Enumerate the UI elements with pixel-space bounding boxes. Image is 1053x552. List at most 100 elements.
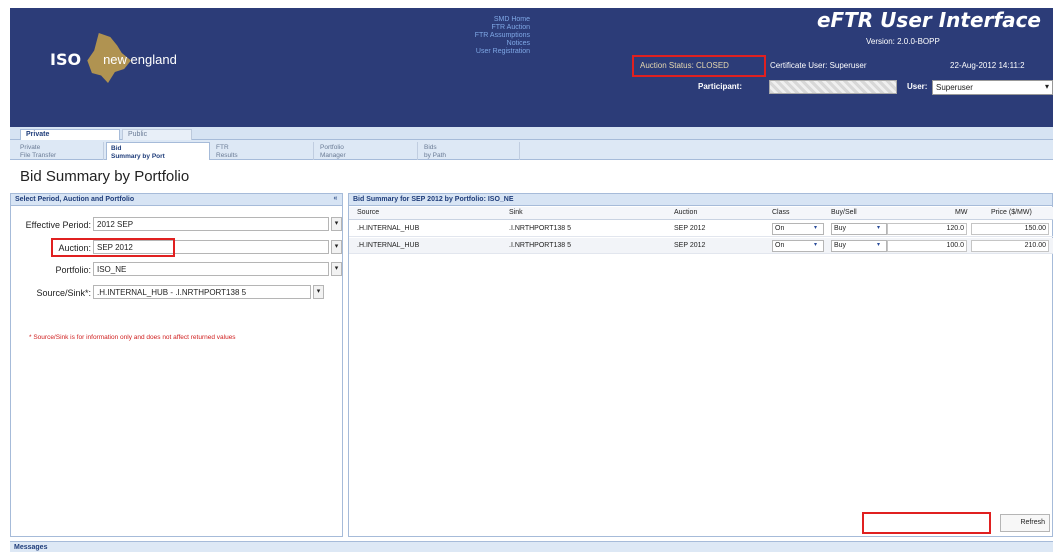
- effective-period-row: Effective Period: 2012 SEP ▾: [11, 217, 342, 233]
- notices-link[interactable]: Notices: [430, 40, 530, 48]
- cell-source: .H.INTERNAL_HUB: [357, 225, 420, 232]
- chevron-down-icon[interactable]: ▾: [331, 217, 342, 231]
- user-select-value: Superuser: [936, 83, 973, 92]
- sub-tabbar: Private File Transfer Bid Summary by Por…: [10, 140, 1053, 160]
- version-label: Version: 2.0.0-BOPP: [866, 37, 940, 46]
- bid-summary-title: Bid Summary for SEP 2012 by Portfolio: I…: [353, 196, 514, 203]
- participant-field[interactable]: [769, 80, 897, 94]
- chevron-down-icon[interactable]: ▾: [331, 262, 342, 276]
- subtab-label: File Transfer: [20, 151, 57, 159]
- selection-panel-title: Select Period, Auction and Portfolio: [15, 196, 135, 203]
- chevron-down-icon[interactable]: ▾: [331, 240, 342, 254]
- buy-sell-select[interactable]: Buy ▾: [831, 223, 887, 235]
- tab-public[interactable]: Public: [122, 129, 192, 140]
- portfolio-value: ISO_NE: [97, 265, 127, 274]
- chevron-down-icon[interactable]: ▾: [877, 224, 885, 231]
- user-select[interactable]: Superuser ▾: [932, 80, 1053, 95]
- class-value: On: [775, 242, 785, 249]
- main-tabbar: Private Public: [10, 127, 1053, 140]
- refresh-button[interactable]: Refresh: [1000, 514, 1050, 532]
- table-row[interactable]: .H.INTERNAL_HUB .I.NRTHPORT138 5 SEP 201…: [349, 221, 1053, 237]
- table-row[interactable]: .H.INTERNAL_HUB .I.NRTHPORT138 5 SEP 201…: [349, 238, 1053, 254]
- effective-period-value: 2012 SEP: [97, 220, 134, 229]
- auction-highlight-box: [51, 238, 175, 257]
- chevron-down-icon[interactable]: ▾: [814, 224, 822, 231]
- col-auction[interactable]: Auction: [674, 209, 697, 216]
- source-sink-label: Source/Sink*:: [36, 288, 91, 298]
- subtab-portfolio-manager[interactable]: Portfolio Manager: [316, 142, 418, 160]
- subtab-bid-summary[interactable]: Bid Summary by Port: [106, 142, 210, 160]
- bid-summary-header: Bid Summary for SEP 2012 by Portfolio: I…: [349, 194, 1052, 206]
- page-title: Bid Summary by Portfolio: [20, 168, 190, 185]
- refresh-highlight-box: [862, 512, 991, 534]
- col-sink[interactable]: Sink: [509, 209, 523, 216]
- mw-field[interactable]: 100.0: [887, 240, 967, 252]
- class-select[interactable]: On ▾: [772, 240, 824, 252]
- subtab-label: FTR: [216, 144, 229, 151]
- portfolio-row: Portfolio: ISO_NE ▾: [11, 262, 342, 278]
- subtab-label: Bid: [111, 145, 122, 152]
- subtab-label: Summary by Port: [111, 152, 165, 160]
- portfolio-label: Portfolio:: [55, 265, 91, 275]
- subtab-label: Private: [20, 144, 41, 151]
- user-registration-link[interactable]: User Registration: [430, 48, 530, 56]
- col-buy-sell[interactable]: Buy/Sell: [831, 209, 857, 216]
- chevron-down-icon[interactable]: ▾: [814, 241, 822, 248]
- col-class[interactable]: Class: [772, 209, 790, 216]
- source-sink-note: * Source/Sink is for information only an…: [29, 334, 236, 341]
- messages-panel-header[interactable]: Messages: [10, 541, 1053, 552]
- bid-summary-panel: Bid Summary for SEP 2012 by Portfolio: I…: [348, 193, 1053, 537]
- buy-sell-select[interactable]: Buy ▾: [831, 240, 887, 252]
- app-title: eFTR User Interface: [816, 8, 1041, 32]
- buy-sell-value: Buy: [834, 242, 847, 249]
- subtab-label: Results: [216, 151, 238, 159]
- effective-period-select[interactable]: 2012 SEP ▾: [93, 217, 342, 231]
- ftr-auction-link[interactable]: FTR Auction: [430, 24, 530, 32]
- smd-home-link[interactable]: SMD Home: [430, 16, 530, 24]
- source-sink-row: Source/Sink*: .H.INTERNAL_HUB - .I.NRTHP…: [11, 285, 341, 301]
- subtab-label: Bids: [424, 144, 437, 151]
- cell-auction: SEP 2012: [674, 225, 706, 232]
- tab-private[interactable]: Private: [20, 129, 120, 140]
- datetime-label: 22-Aug-2012 14:11:2: [950, 61, 1025, 70]
- subtab-label: by Path: [424, 151, 447, 159]
- selection-panel-header: Select Period, Auction and Portfolio «: [11, 194, 342, 206]
- cell-sink: .I.NRTHPORT138 5: [509, 242, 571, 249]
- effective-period-label: Effective Period:: [25, 220, 91, 230]
- iso-ne-logo: ISO new england: [50, 33, 177, 83]
- col-mw[interactable]: MW: [955, 209, 967, 216]
- cell-sink: .I.NRTHPORT138 5: [509, 225, 571, 232]
- col-source[interactable]: Source: [357, 209, 379, 216]
- subtab-ftr-results[interactable]: FTR Results: [212, 142, 314, 160]
- portfolio-select[interactable]: ISO_NE ▾: [93, 262, 342, 276]
- collapse-icon[interactable]: «: [331, 195, 340, 204]
- class-value: On: [775, 225, 785, 232]
- chevron-down-icon: ▾: [1044, 82, 1049, 91]
- auction-status: Auction Status: CLOSED: [632, 55, 766, 77]
- chevron-down-icon[interactable]: ▾: [313, 285, 324, 299]
- logo-ne-text: new england: [103, 51, 177, 67]
- cell-source: .H.INTERNAL_HUB: [357, 242, 420, 249]
- participant-label: Participant:: [698, 82, 743, 91]
- chevron-down-icon[interactable]: ▾: [877, 241, 885, 248]
- source-sink-select[interactable]: .H.INTERNAL_HUB - .I.NRTHPORT138 5 ▾: [93, 285, 324, 299]
- cell-auction: SEP 2012: [674, 242, 706, 249]
- subtab-private-file-transfer[interactable]: Private File Transfer: [16, 142, 104, 160]
- subtab-bids-by-path[interactable]: Bids by Path: [420, 142, 520, 160]
- price-field[interactable]: 150.00: [971, 223, 1049, 235]
- class-select[interactable]: On ▾: [772, 223, 824, 235]
- buy-sell-value: Buy: [834, 225, 847, 232]
- certificate-user: Certificate User: Superuser: [770, 61, 867, 70]
- col-price[interactable]: Price ($/MW): [991, 209, 1032, 216]
- mw-field[interactable]: 120.0: [887, 223, 967, 235]
- subtab-label: Manager: [320, 151, 346, 159]
- user-label: User:: [907, 82, 928, 91]
- price-field[interactable]: 210.00: [971, 240, 1049, 252]
- subtab-label: Portfolio: [320, 144, 344, 151]
- source-sink-value: .H.INTERNAL_HUB - .I.NRTHPORT138 5: [97, 288, 247, 297]
- ftr-assumptions-link[interactable]: FTR Assumptions: [430, 32, 530, 40]
- smd-links: SMD Home FTR Auction FTR Assumptions Not…: [430, 16, 530, 56]
- bid-grid-header: Source Sink Auction Class Buy/Sell MW Pr…: [349, 207, 1053, 220]
- selection-panel: Select Period, Auction and Portfolio « E…: [10, 193, 343, 537]
- logo-iso-text: ISO: [50, 49, 82, 69]
